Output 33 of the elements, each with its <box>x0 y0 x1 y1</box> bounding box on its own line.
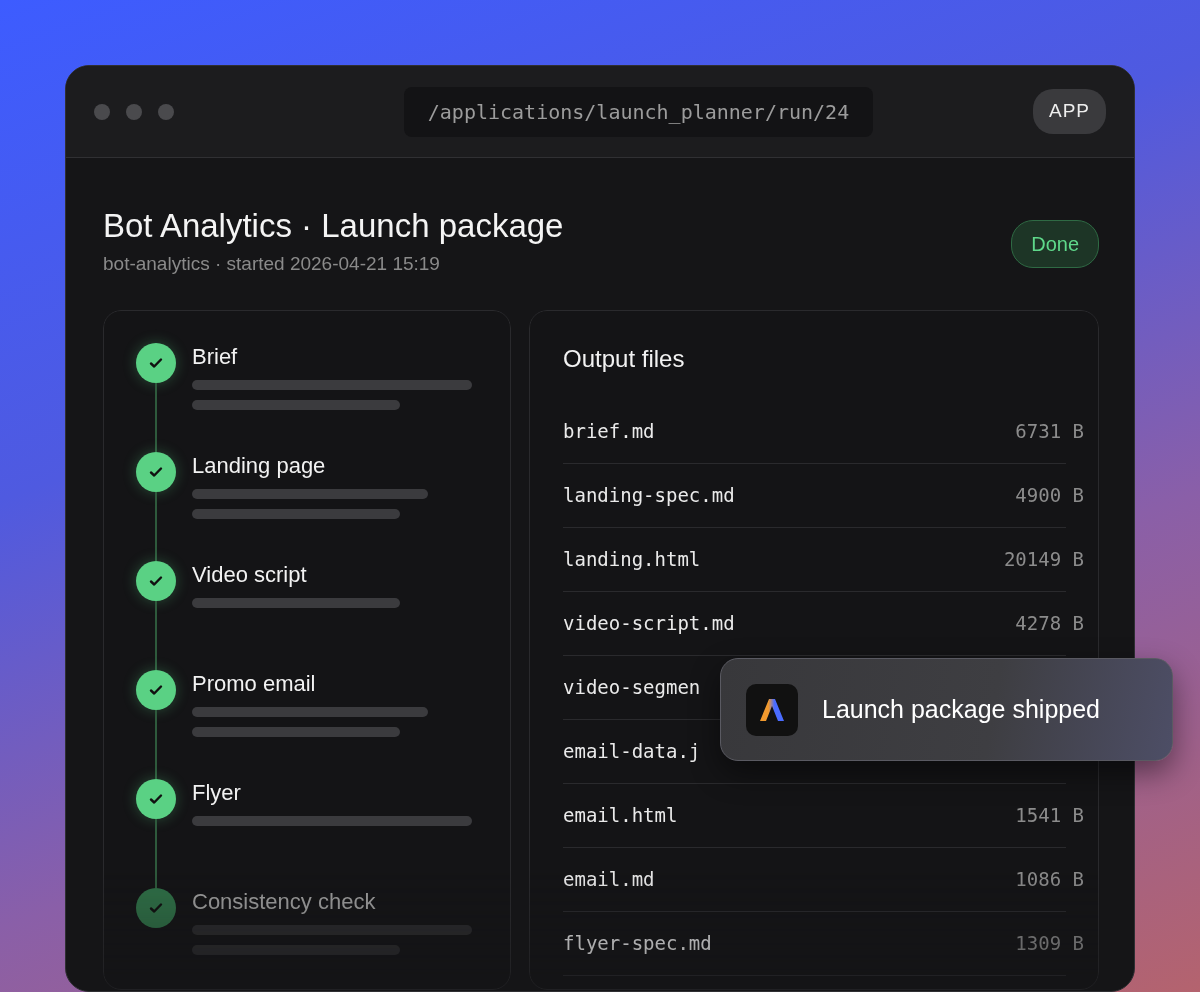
window-dot[interactable] <box>94 103 110 120</box>
app-badge: APP <box>1032 89 1106 134</box>
url-field[interactable]: /applications/launch_planner/run/24 <box>403 86 874 137</box>
app-logo-icon <box>746 683 798 736</box>
window-dot[interactable] <box>126 103 142 120</box>
step-label: Flyer <box>192 780 242 807</box>
toast-message: Launch package shipped <box>822 693 1100 725</box>
file-size: 4278 B <box>1015 611 1084 637</box>
step-label: Promo email <box>192 671 317 698</box>
file-name[interactable]: flyer-spec.md <box>563 929 712 958</box>
file-name[interactable]: email.md <box>563 865 655 894</box>
file-name[interactable]: video-script.md <box>563 609 735 638</box>
window-dot[interactable] <box>158 103 174 120</box>
file-name[interactable]: email-data.j <box>563 737 701 766</box>
step-label: Landing page <box>192 453 327 480</box>
file-size: 1541 B <box>1015 803 1084 829</box>
file-size: 20149 B <box>1003 547 1084 573</box>
step-label: Brief <box>192 344 239 371</box>
status-badge: Done <box>1011 220 1099 268</box>
file-size: 4900 B <box>1015 483 1084 509</box>
file-name[interactable]: video-segmen <box>563 673 701 702</box>
file-size: 1086 B <box>1015 867 1084 893</box>
file-size: 1309 B <box>1015 931 1084 957</box>
file-name[interactable]: brief.md <box>563 417 655 446</box>
page-title: Bot Analytics · Launch package <box>103 206 564 246</box>
step-label: Video script <box>192 562 308 589</box>
file-size: 6731 B <box>1015 419 1084 445</box>
file-name[interactable]: landing.html <box>563 545 701 574</box>
section-title: Output files <box>563 345 686 374</box>
file-name[interactable]: landing-spec.md <box>563 481 735 510</box>
run-subtitle: bot-analytics · started 2026-04-21 15:19 <box>103 251 441 276</box>
file-name[interactable]: email.html <box>563 801 678 830</box>
step-label: Consistency check <box>192 889 377 916</box>
